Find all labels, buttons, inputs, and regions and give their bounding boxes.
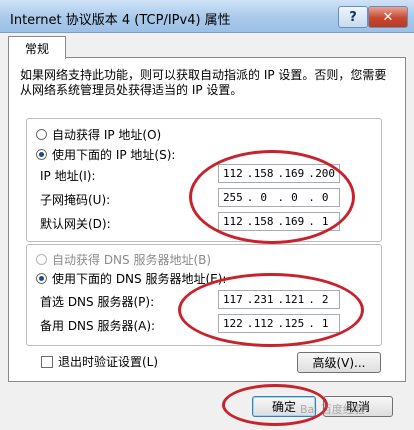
alternate-dns-octet-3: 125 [284, 317, 305, 330]
default-gateway-label: 默认网关(D): [40, 217, 111, 231]
alternate-dns-octet-4: 1 [321, 317, 329, 330]
default-gateway-field[interactable]: 112. 158. 169. 1 [218, 212, 340, 231]
validate-on-exit-label: 退出时验证设置(L) [58, 355, 159, 369]
default-gateway-octet-1: 112 [222, 215, 243, 228]
default-gateway-octet-3: 169 [284, 215, 305, 228]
radio-disabled-icon [36, 254, 47, 265]
preferred-dns-field[interactable]: 117. 231. 121. 2 [218, 290, 340, 309]
radio-selected-icon [36, 149, 47, 160]
preferred-dns-octet-4: 2 [321, 293, 329, 306]
dns-auto-radio[interactable]: 自动获得 DNS 服务器地址(B) [36, 251, 211, 268]
preferred-dns-octet-1: 117 [222, 293, 243, 306]
preferred-dns-label: 首选 DNS 服务器(P): [40, 295, 155, 309]
alternate-dns-octet-1: 122 [222, 317, 243, 330]
ip-address-octet-4: 200 [315, 167, 336, 180]
subnet-mask-octet-3: 0 [291, 191, 298, 204]
ok-button-label: 确定 [271, 400, 296, 414]
preferred-dns-octet-3: 121 [284, 293, 305, 306]
ip-address-field[interactable]: 112. 158. 169. 200 [218, 164, 340, 183]
ip-address-octet-1: 112 [222, 167, 243, 180]
radio-unselected-icon [36, 129, 47, 140]
dns-manual-label: 使用下面的 DNS 服务器地址(E): [52, 272, 227, 286]
advanced-button-label: 高级(V)... [312, 356, 366, 370]
ip-address-label: IP 地址(I): [40, 169, 96, 183]
subnet-mask-octet-1: 255 [222, 191, 243, 204]
preferred-dns-octet-2: 231 [253, 293, 274, 306]
ip-manual-label: 使用下面的 IP 地址(S): [52, 148, 176, 162]
watermark: Bai 百度经验 [300, 403, 365, 416]
validate-on-exit-checkbox[interactable]: 退出时验证设置(L) [41, 353, 158, 370]
checkbox-unchecked-icon [41, 355, 53, 368]
default-gateway-octet-2: 158 [253, 215, 274, 228]
subnet-mask-octet-4: 0 [321, 191, 329, 204]
ip-address-octet-3: 169 [284, 167, 305, 180]
title-bar[interactable]: Internet 协议版本 4 (TCP/IPv4) 属性 ? ✕ [0, 0, 414, 33]
dns-auto-label: 自动获得 DNS 服务器地址(B) [52, 253, 212, 267]
alternate-dns-octet-2: 112 [253, 317, 274, 330]
advanced-button[interactable]: 高级(V)... [297, 352, 381, 373]
dns-manual-radio[interactable]: 使用下面的 DNS 服务器地址(E): [36, 270, 226, 287]
tab-general[interactable]: 常规 [8, 36, 66, 59]
help-icon: ? [349, 9, 357, 25]
ip-auto-label: 自动获得 IP 地址(O) [52, 128, 162, 142]
tab-general-label: 常规 [24, 41, 49, 56]
radio-selected-icon [36, 273, 47, 284]
help-button[interactable]: ? [338, 6, 368, 28]
ip-manual-radio[interactable]: 使用下面的 IP 地址(S): [36, 146, 175, 163]
subnet-mask-field[interactable]: 255. 0. 0. 0 [218, 188, 340, 207]
alternate-dns-label: 备用 DNS 服务器(A): [40, 319, 156, 333]
close-button[interactable]: ✕ [368, 6, 408, 28]
ip-auto-radio[interactable]: 自动获得 IP 地址(O) [36, 126, 161, 143]
alternate-dns-field[interactable]: 122. 112. 125. 1 [218, 314, 340, 333]
subnet-mask-octet-2: 0 [260, 191, 267, 204]
default-gateway-octet-4: 1 [321, 215, 329, 228]
description-text: 如果网络支持此功能，则可以获取自动指派的 IP 设置。否则，您需要从网络系统管理… [20, 68, 387, 97]
window-title: Internet 协议版本 4 (TCP/IPv4) 属性 [10, 13, 231, 28]
ip-address-octet-2: 158 [253, 167, 274, 180]
subnet-mask-label: 子网掩码(U): [40, 193, 111, 207]
close-icon: ✕ [382, 9, 394, 25]
